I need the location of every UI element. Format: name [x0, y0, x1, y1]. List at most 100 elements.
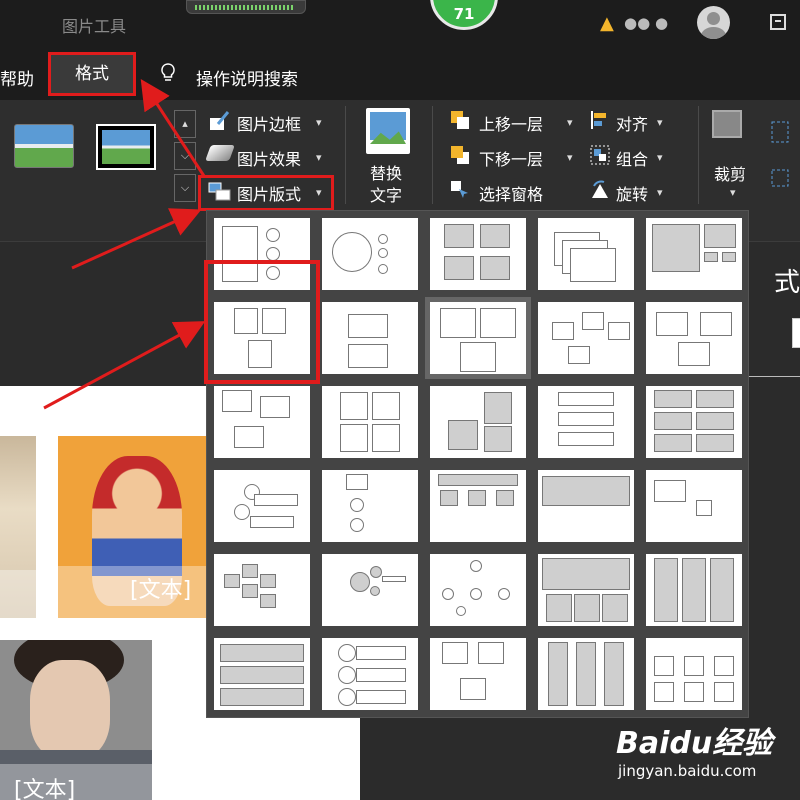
menu-help[interactable]: 帮助 [0, 65, 34, 90]
layout-option-28[interactable] [430, 638, 526, 710]
layout-option-3[interactable] [430, 218, 526, 290]
selection-pane-button[interactable]: 选择窗格 [479, 181, 543, 205]
layout-option-5[interactable] [646, 218, 742, 290]
layout-glyph [260, 594, 276, 608]
layout-option-10[interactable] [646, 302, 742, 374]
restore-window-icon[interactable] [770, 14, 786, 30]
group-button[interactable]: 组合 [616, 146, 648, 170]
chevron-down-icon[interactable]: ▾ [657, 186, 663, 199]
picture-border-button[interactable]: 图片边框 [237, 111, 301, 135]
gallery-scroll-down-button[interactable]: ⌵ [174, 142, 196, 170]
layout-option-23[interactable] [430, 554, 526, 626]
menu-format-tab[interactable]: 格式 [48, 52, 136, 96]
pane-title-fragment: 式 [774, 268, 800, 298]
picture-effects-button[interactable]: 图片效果 [237, 146, 301, 170]
alt-text-icon[interactable] [366, 108, 410, 154]
layout-option-17[interactable] [322, 470, 418, 542]
layout-glyph [654, 656, 674, 676]
bring-forward-button[interactable]: 上移一层 [479, 111, 543, 135]
warning-icon[interactable]: ▲ [600, 13, 614, 34]
slide-image-left[interactable] [0, 436, 36, 618]
layout-glyph [332, 232, 372, 272]
layout-glyph [652, 224, 700, 272]
chevron-down-icon[interactable]: ▾ [316, 116, 322, 129]
picture-style-thumb-1[interactable] [14, 124, 74, 168]
layout-option-25[interactable] [646, 554, 742, 626]
layout-option-8[interactable] [425, 297, 531, 379]
layout-option-14[interactable] [538, 386, 634, 458]
layout-glyph [478, 642, 504, 664]
layout-glyph [460, 342, 496, 372]
layout-glyph [714, 656, 734, 676]
layout-option-15[interactable] [646, 386, 742, 458]
chevron-down-icon[interactable]: ▾ [567, 116, 573, 129]
ribbon-separator [345, 106, 346, 204]
baidu-watermark-logo: Baidu经验 [616, 726, 773, 761]
loading-indicator [186, 0, 306, 14]
layout-glyph [260, 396, 290, 418]
layout-glyph [266, 228, 280, 242]
layout-glyph [582, 312, 604, 330]
avatar[interactable] [697, 6, 730, 39]
layout-option-16[interactable] [214, 470, 310, 542]
image-caption[interactable]: [文本] [130, 572, 191, 604]
picture-tools-label: 图片工具 [62, 17, 127, 36]
chevron-down-icon[interactable]: ▾ [657, 116, 663, 129]
layout-glyph [722, 252, 736, 262]
layout-glyph [696, 390, 734, 408]
alt-text-label-line1[interactable]: 替换 [370, 160, 402, 184]
layout-glyph [568, 346, 590, 364]
layout-glyph [700, 312, 732, 336]
layout-option-24[interactable] [538, 554, 634, 626]
layout-option-2[interactable] [322, 218, 418, 290]
chevron-down-icon[interactable]: ▾ [730, 186, 736, 199]
layout-glyph [444, 256, 474, 280]
layout-option-30[interactable] [646, 638, 742, 710]
pane-thumbnail[interactable] [792, 318, 800, 348]
layout-glyph [378, 264, 388, 274]
layout-option-9[interactable] [538, 302, 634, 374]
crop-icon[interactable] [712, 110, 742, 138]
layout-glyph [496, 490, 514, 506]
crop-button[interactable]: 裁剪 [714, 161, 746, 185]
image-caption[interactable]: [文本] [14, 772, 75, 800]
menu-bar: 帮助 格式 操作说明搜索 [0, 48, 800, 100]
layout-option-18[interactable] [430, 470, 526, 542]
layout-option-19[interactable] [538, 470, 634, 542]
layout-glyph [356, 668, 406, 682]
layout-glyph [338, 644, 356, 662]
layout-option-20[interactable] [646, 470, 742, 542]
picture-style-thumb-2[interactable] [96, 124, 156, 170]
layout-glyph [378, 234, 388, 244]
layout-option-26[interactable] [214, 638, 310, 710]
layout-option-27[interactable] [322, 638, 418, 710]
gallery-scroll-up-button[interactable]: ▴ [174, 110, 196, 138]
chevron-down-icon[interactable]: ▾ [657, 151, 663, 164]
align-button[interactable]: 对齐 [616, 111, 648, 135]
layout-glyph [654, 682, 674, 702]
layout-option-22[interactable] [322, 554, 418, 626]
layout-option-21[interactable] [214, 554, 310, 626]
gallery-expand-button[interactable]: ⌵ [174, 174, 196, 202]
chevron-down-icon[interactable]: ▾ [567, 151, 573, 164]
alt-text-label-line2[interactable]: 文字 [370, 182, 402, 206]
layout-option-13[interactable] [430, 386, 526, 458]
rotate-button[interactable]: 旋转 [616, 181, 648, 205]
layout-glyph [338, 666, 356, 684]
layout-glyph [542, 476, 630, 506]
layout-option-4[interactable] [538, 218, 634, 290]
layout-option-7[interactable] [322, 302, 418, 374]
layout-option-12[interactable] [322, 386, 418, 458]
layout-option-29[interactable] [538, 638, 634, 710]
ribbon-separator [432, 106, 433, 204]
user-name: ●● ● [624, 14, 669, 32]
layout-glyph [654, 480, 686, 502]
tell-me-search[interactable]: 操作说明搜索 [196, 65, 298, 90]
layout-glyph [570, 248, 616, 282]
send-backward-button[interactable]: 下移一层 [479, 146, 543, 170]
size-controls-icon [771, 121, 789, 187]
slide-image-cartoon[interactable]: [文本] [58, 436, 206, 618]
layout-glyph [338, 688, 356, 706]
chevron-down-icon[interactable]: ▾ [316, 151, 322, 164]
layout-option-11[interactable] [214, 386, 310, 458]
